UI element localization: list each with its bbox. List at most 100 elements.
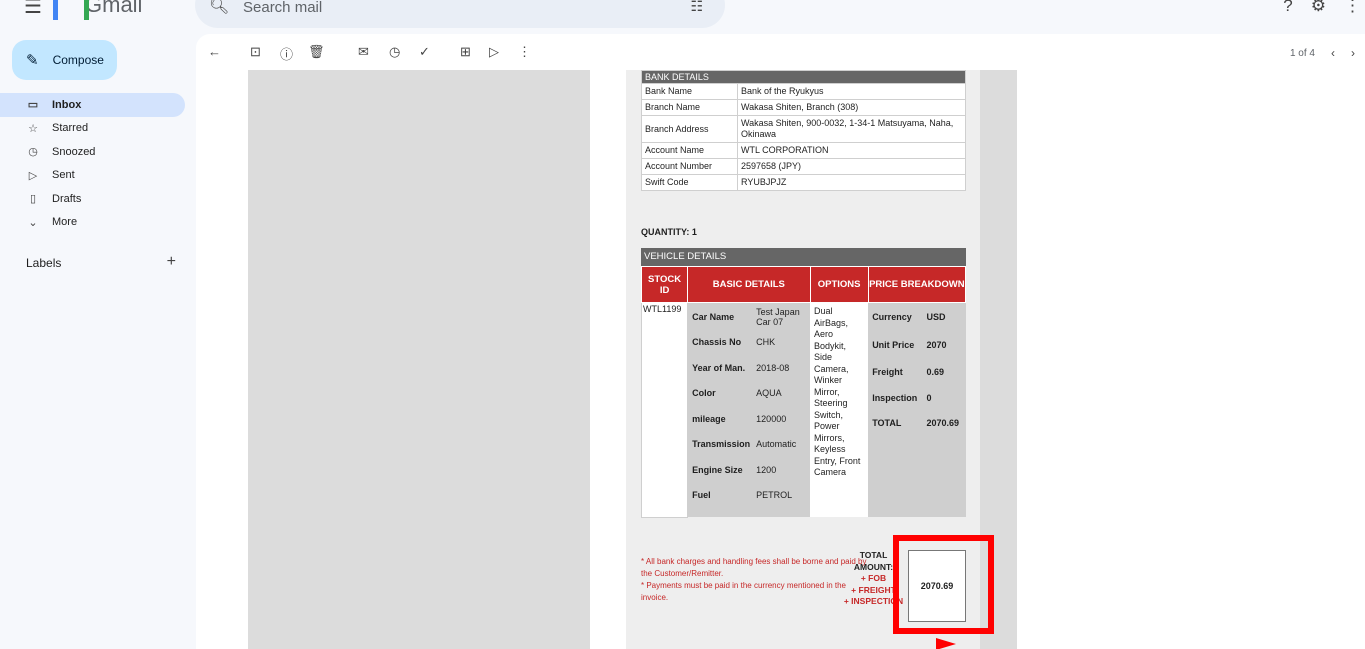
basic-key: Engine Size: [692, 464, 743, 475]
bank-key: Branch Address: [641, 115, 738, 143]
table-row: Branch Address Wakasa Shiten, 900-0032, 1…: [641, 115, 966, 143]
bank-key: Swift Code: [641, 174, 738, 191]
price-key: TOTAL: [872, 418, 902, 429]
sidebar-item-snoozed[interactable]: ◷ Snoozed: [0, 140, 185, 164]
sidebar-item-starred[interactable]: ☆ Starred: [0, 117, 185, 141]
list-item: Year of Man. 2018-08: [689, 355, 809, 381]
basic-details-header: BASIC DETAILS: [687, 266, 811, 303]
sidebar-item-label: Inbox: [52, 98, 82, 111]
vehicle-row: WTL1199 Car Name Test Japan Car 07 Chassi…: [640, 302, 966, 518]
price-spacer: [869, 436, 923, 516]
archive-icon[interactable]: ⊡: [250, 44, 261, 60]
clock-icon: ◷: [28, 146, 38, 159]
table-row: Branch Name Wakasa Shiten, Branch (308): [641, 99, 966, 116]
pointer-arrow-icon: [936, 638, 956, 649]
sidebar-item-more[interactable]: ⌄ More: [0, 211, 185, 235]
price-key: Freight: [872, 367, 903, 378]
add-label-icon[interactable]: +: [167, 253, 176, 271]
add-task-icon[interactable]: ✓: [419, 44, 430, 60]
table-row: Account Number 2597658 (JPY): [641, 158, 966, 175]
list-item: TOTAL 2070.69: [869, 411, 964, 437]
sidebar-item-drafts[interactable]: ▯ Drafts: [0, 187, 185, 211]
basic-details-cell: Car Name Test Japan Car 07 Chassis No CHK …: [687, 302, 811, 517]
vehicle-details-title: VEHICLE DETAILS: [641, 248, 966, 266]
price-value: 0: [926, 392, 932, 403]
sidebar-item-label: Snoozed: [52, 145, 96, 158]
apps-icon[interactable]: ⋮: [1344, 0, 1361, 16]
pencil-icon: ✎: [26, 52, 39, 69]
basic-key: Transmission: [692, 439, 751, 450]
gmail-logo[interactable]: Gmail: [53, 0, 143, 20]
compose-label: Compose: [52, 53, 104, 67]
basic-key: Car Name: [692, 311, 735, 322]
basic-value: 120000: [756, 413, 787, 424]
stock-id-cell: WTL1199: [640, 302, 689, 518]
bank-value: 2597658 (JPY): [737, 158, 966, 175]
snooze-icon[interactable]: ◷: [389, 44, 400, 60]
basic-value: 2018-08: [756, 362, 790, 373]
options-cell: Dual AirBags, Aero Bodykit, Side Camera,…: [810, 302, 869, 517]
basic-key: Year of Man.: [692, 362, 746, 373]
pagination: 1 of 4 ‹ ›: [1290, 46, 1355, 60]
table-row: Swift Code RYUBJPJZ: [641, 174, 966, 191]
basic-key: Chassis No: [692, 337, 742, 348]
sidebar-item-sent[interactable]: ▷ Sent: [0, 164, 185, 188]
list-item: Freight 0.69: [869, 360, 964, 386]
price-breakdown-list: Currency USD Unit Price 2070 Freight 0.69 I…: [869, 304, 964, 516]
gmail-app: ☰ Gmail 🔍︎ Search mail ☷ ? ⚙ ⋮ ✎ Compose…: [0, 0, 1365, 649]
sidebar-nav: ▭ Inbox ☆ Starred ◷ Snoozed ▷ Sent ▯ Dra…: [0, 93, 185, 234]
list-item: Engine Size 1200: [689, 457, 809, 483]
search-bar[interactable]: 🔍︎ Search mail ☷: [195, 0, 725, 28]
delete-icon[interactable]: 🗑︎: [308, 44, 325, 60]
options-text: Dual AirBags, Aero Bodykit, Side Camera,…: [814, 306, 861, 477]
bank-key: Account Number: [641, 158, 738, 175]
top-bar: ☰ Gmail 🔍︎ Search mail ☷ ? ⚙ ⋮: [0, 0, 1365, 30]
vehicle-details-table: STOCK ID BASIC DETAILS OPTIONS PRICE BRE…: [640, 266, 967, 518]
quantity-text: QUANTITY: 1: [641, 227, 697, 237]
pager-text: 1 of 4: [1289, 47, 1315, 59]
main-menu-icon[interactable]: ☰: [24, 0, 42, 19]
send-icon: ▷: [28, 169, 38, 182]
main-panel: ← ⊡ ⓘ 🗑︎ ✉ ◷ ✓ ⊞ ▷ ⋮ 1 of 4 ‹ › BANK DET…: [196, 34, 1365, 649]
sidebar-item-label: More: [52, 216, 78, 229]
back-arrow-icon[interactable]: ←: [208, 44, 221, 59]
sidebar-item-label: Sent: [52, 169, 75, 182]
table-row: Account Name WTL CORPORATION: [641, 142, 966, 159]
bank-key: Account Name: [641, 142, 738, 159]
basic-value: AQUA: [756, 388, 782, 399]
search-options-icon[interactable]: ☷: [690, 0, 703, 15]
table-row: Bank Name Bank of the Ryukyus: [641, 83, 966, 100]
search-icon[interactable]: 🔍︎: [209, 0, 229, 16]
list-item: Currency USD: [869, 304, 964, 330]
price-key: Inspection: [872, 392, 918, 403]
newer-chevron-icon[interactable]: ‹: [1331, 46, 1335, 60]
older-chevron-icon[interactable]: ›: [1351, 46, 1355, 60]
more-options-icon[interactable]: ⋮: [518, 44, 531, 60]
mark-unread-icon[interactable]: ✉: [358, 44, 369, 60]
bank-value: RYUBJPJZ: [737, 174, 966, 191]
help-icon[interactable]: ?: [1283, 0, 1292, 16]
search-input[interactable]: Search mail: [243, 0, 322, 16]
price-value: 2070: [926, 339, 947, 350]
basic-value: PETROL: [756, 490, 793, 501]
label-icon[interactable]: ▷: [489, 44, 499, 60]
bank-value: Bank of the Ryukyus: [737, 83, 966, 100]
bank-key: Branch Name: [641, 99, 738, 116]
sidebar-item-inbox[interactable]: ▭ Inbox: [0, 93, 185, 117]
bank-value: Wakasa Shiten, 900-0032, 1-34-1 Matsuyam…: [737, 115, 966, 143]
price-key: Currency: [872, 311, 912, 322]
move-to-icon[interactable]: ⊞: [460, 44, 471, 60]
basic-value: 1200: [756, 464, 777, 475]
price-key: Unit Price: [872, 339, 915, 350]
list-item: Unit Price 2070: [869, 330, 964, 360]
highlight-box: [893, 535, 994, 634]
settings-icon[interactable]: ⚙: [1311, 0, 1326, 16]
top-right-actions: ? ⚙ ⋮: [1283, 0, 1365, 16]
app-name: Gmail: [85, 0, 143, 17]
compose-button[interactable]: ✎ Compose: [12, 40, 117, 80]
labels-title: Labels: [26, 256, 62, 270]
report-spam-icon[interactable]: ⓘ: [280, 44, 293, 63]
stock-id-header: STOCK ID: [640, 266, 689, 303]
vehicle-header-row: STOCK ID BASIC DETAILS OPTIONS PRICE BRE…: [640, 266, 967, 303]
bank-details-title: BANK DETAILS: [641, 70, 966, 84]
